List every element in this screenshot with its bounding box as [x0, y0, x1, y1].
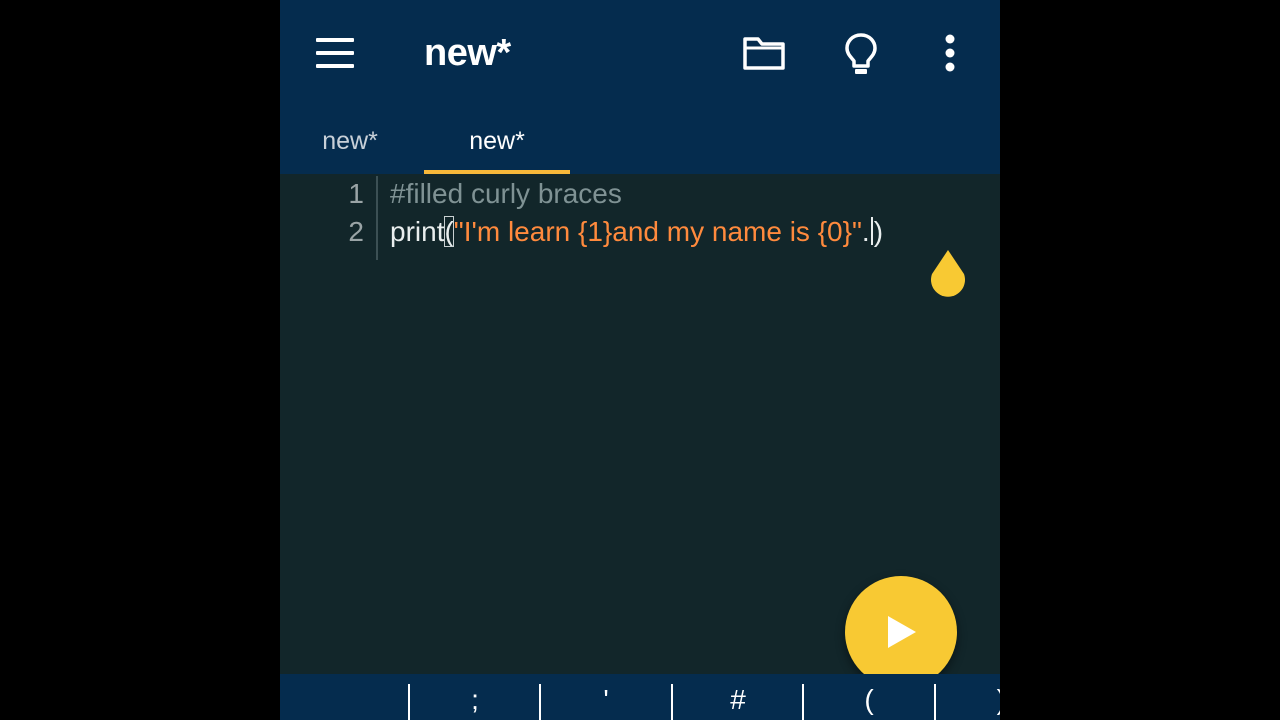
cursor-handle-icon[interactable] — [928, 248, 968, 300]
document-title: new* — [424, 32, 511, 74]
key-hash[interactable]: # — [673, 680, 803, 720]
line-number-2: 2 — [348, 216, 364, 247]
android-code-editor-screen: new* new* new* 1 2 #filled curly braces … — [280, 0, 1000, 720]
code-line-2[interactable]: print("I'm learn {1}and my name is {0}".… — [390, 216, 883, 248]
text-cursor — [870, 217, 873, 245]
menu-icon[interactable] — [316, 38, 354, 68]
code-line-1[interactable]: #filled curly braces — [390, 178, 622, 210]
code-close-paren: ) — [873, 216, 884, 247]
symbol-key-bar: ; ' # ( ) — [280, 674, 1000, 720]
tab-new-2-active[interactable]: new* — [424, 108, 570, 174]
key-semicolon[interactable]: ; — [410, 680, 540, 720]
key-quote[interactable]: ' — [541, 680, 671, 720]
code-dot: . — [861, 216, 870, 247]
key-close-paren[interactable]: ) — [936, 680, 1000, 720]
play-icon — [888, 616, 916, 648]
line-number-1: 1 — [348, 178, 364, 209]
code-open-paren: ( — [444, 216, 454, 247]
code-function-name: print — [390, 216, 445, 247]
gutter-divider — [376, 176, 378, 260]
lightbulb-icon[interactable] — [844, 32, 878, 76]
code-string-literal: "I'm learn {1}and my name is {0}" — [453, 216, 862, 247]
key-close-paren-label: ) — [997, 684, 1000, 716]
key-open-paren[interactable]: ( — [804, 680, 934, 720]
more-vert-icon[interactable] — [944, 34, 956, 74]
app-bar: new* — [280, 0, 1000, 108]
run-button[interactable] — [845, 576, 957, 688]
tab-new-1[interactable]: new* — [300, 108, 400, 174]
folder-icon[interactable] — [742, 34, 786, 72]
tab-bar: new* new* — [280, 108, 1000, 174]
